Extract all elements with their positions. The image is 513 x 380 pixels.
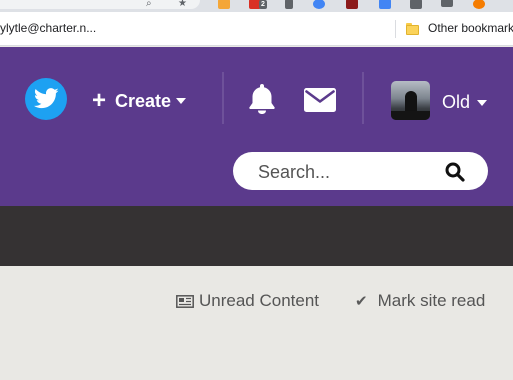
content-area: Unread Content ✔ Mark site read (0, 266, 513, 380)
caret-down-icon (176, 98, 187, 104)
extension-icon[interactable] (285, 0, 293, 9)
mark-site-read-link[interactable]: ✔ Mark site read (355, 291, 485, 311)
twitter-button[interactable] (25, 78, 67, 120)
folder-icon (406, 23, 419, 35)
bell-icon[interactable] (248, 84, 276, 114)
user-name-label: Old (442, 92, 471, 112)
google-extension-icon[interactable] (313, 0, 325, 9)
header-divider (362, 72, 364, 124)
search-icon[interactable] (445, 162, 465, 182)
user-menu-button[interactable]: Old (442, 92, 488, 113)
twitter-icon (34, 88, 59, 109)
bookmarks-divider (395, 20, 396, 38)
profile-icon[interactable] (473, 0, 485, 9)
other-bookmarks-link[interactable]: Other bookmark (428, 21, 513, 35)
extension-icon[interactable] (379, 0, 391, 9)
caret-down-icon (477, 99, 488, 106)
address-bar[interactable]: ⌕ ★ (0, 0, 200, 9)
bookmarks-bar: ylytle@charter.n... Other bookmark (0, 12, 513, 46)
cast-icon[interactable] (441, 0, 453, 7)
navigation-bar (0, 206, 513, 266)
browser-toolbar: ⌕ ★ 2 (0, 0, 513, 12)
avatar[interactable] (391, 81, 430, 120)
search-input[interactable] (258, 161, 438, 183)
mail-icon[interactable] (304, 88, 336, 112)
check-icon: ✔ (355, 292, 368, 310)
extension-badge: 2 (259, 0, 267, 9)
star-icon[interactable]: ★ (178, 0, 187, 9)
search-icon[interactable]: ⌕ (146, 0, 152, 9)
puzzle-icon[interactable] (410, 0, 422, 9)
site-header: + Create Old (0, 47, 513, 206)
unread-content-link[interactable]: Unread Content (176, 291, 319, 311)
plus-icon: + (92, 87, 107, 114)
header-divider (222, 72, 224, 124)
search-box (233, 152, 488, 190)
newspaper-icon (176, 294, 194, 308)
create-label: Create (115, 90, 172, 111)
unread-content-label: Unread Content (199, 291, 320, 310)
bookmark-item[interactable]: ylytle@charter.n... (0, 21, 96, 35)
rss-extension-icon[interactable] (218, 0, 230, 9)
extension-icon[interactable] (346, 0, 358, 9)
mark-site-read-label: Mark site read (377, 291, 486, 310)
create-button[interactable]: + Create (92, 87, 187, 114)
